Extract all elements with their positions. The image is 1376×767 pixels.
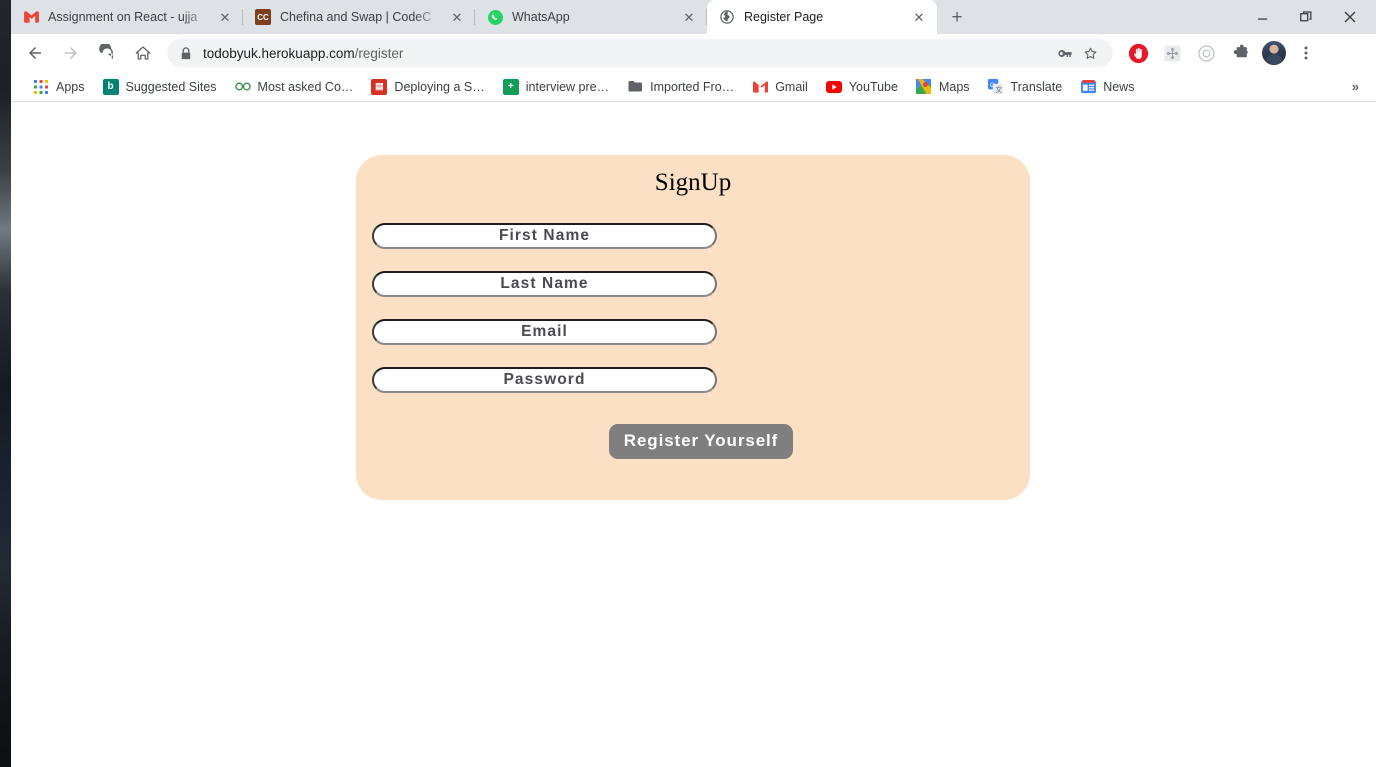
password-input[interactable]: [372, 367, 717, 393]
gmail-icon: [752, 79, 768, 95]
whatsapp-icon: [487, 9, 503, 25]
close-icon[interactable]: [1328, 0, 1372, 34]
bookmark-imported-fro[interactable]: Imported Fro…: [619, 75, 742, 99]
globe-icon: [719, 9, 735, 25]
bookmark-label: Apps: [56, 79, 85, 94]
tab-strip: Assignment on React - ujja ✕ CC Chefina …: [11, 0, 1376, 34]
bookmark-label: Suggested Sites: [125, 79, 217, 94]
new-tab-button[interactable]: +: [943, 3, 971, 31]
bookmark-translate[interactable]: G 文 Translate: [980, 75, 1071, 99]
bookmark-label: Gmail: [775, 79, 808, 94]
bookmark-interview-pre[interactable]: + interview pre…: [495, 75, 617, 99]
grid-extension-icon[interactable]: [1159, 40, 1185, 66]
forward-arrow-icon[interactable]: [56, 38, 86, 68]
tab-title: Assignment on React - ujja: [48, 10, 198, 24]
bookmark-label: Most asked Co…: [257, 79, 354, 94]
star-icon[interactable]: [1077, 40, 1103, 66]
last-name-input[interactable]: [372, 271, 717, 297]
bookmark-deploying-a-s[interactable]: ▤ Deploying a S…: [363, 75, 492, 99]
geeksforgeeks-icon: [234, 79, 251, 95]
red-doc-icon: ▤: [371, 78, 388, 95]
bookmarks-overflow-button[interactable]: »: [1342, 79, 1368, 94]
close-icon[interactable]: ✕: [217, 9, 233, 25]
close-icon[interactable]: ✕: [449, 9, 465, 25]
register-yourself-button[interactable]: Register Yourself: [608, 424, 794, 459]
close-icon[interactable]: ✕: [681, 9, 697, 25]
minimize-icon[interactable]: [1240, 0, 1284, 34]
url-text: todobyuk.herokuapp.com/register: [203, 46, 403, 61]
lock-icon: [179, 46, 193, 60]
omnibox-actions: [1051, 40, 1103, 66]
page-content: SignUp Register Yourself: [11, 103, 1376, 767]
url-path: /register: [354, 45, 404, 61]
bookmark-label: Deploying a S…: [394, 79, 485, 94]
tab-whatsapp[interactable]: WhatsApp ✕: [475, 0, 707, 34]
folder-icon: [627, 79, 643, 95]
key-icon[interactable]: [1051, 40, 1077, 66]
submit-row: Register Yourself: [372, 424, 1030, 459]
first-name-input[interactable]: [372, 223, 717, 249]
youtube-icon: [825, 79, 842, 95]
bookmark-maps[interactable]: Maps: [908, 75, 978, 99]
window-controls: [1240, 0, 1376, 34]
sheets-icon: +: [502, 78, 519, 95]
bookmark-youtube[interactable]: YouTube: [818, 75, 906, 99]
adblock-stop-icon[interactable]: [1125, 40, 1151, 66]
avatar[interactable]: [1262, 41, 1286, 65]
email-input[interactable]: [372, 319, 717, 345]
bookmark-label: Maps: [938, 79, 970, 94]
tab-assignment-on-react[interactable]: Assignment on React - ujja ✕: [11, 0, 243, 34]
puzzle-icon[interactable]: [1227, 40, 1253, 66]
url-host: todobyuk.herokuapp.com: [203, 45, 355, 61]
tab-title: Register Page: [744, 10, 824, 24]
tab-chefina-and-swap[interactable]: CC Chefina and Swap | CodeC ✕: [243, 0, 475, 34]
tab-title: Chefina and Swap | CodeC: [280, 10, 432, 24]
bookmark-label: interview pre…: [525, 79, 610, 94]
apps-grid-icon: [33, 79, 49, 95]
bookmark-label: Imported Fro…: [650, 79, 735, 94]
bookmark-apps[interactable]: Apps: [25, 75, 93, 99]
svg-text:文: 文: [996, 85, 1003, 94]
three-dot-menu-icon[interactable]: [1293, 40, 1319, 66]
bookmark-label: Translate: [1010, 79, 1063, 94]
tab-register-page[interactable]: Register Page ✕: [707, 0, 937, 34]
browser-toolbar: todobyuk.herokuapp.com/register: [11, 34, 1376, 72]
bookmark-label: YouTube: [848, 79, 898, 94]
restore-icon[interactable]: [1284, 0, 1328, 34]
gmail-icon: [23, 9, 39, 25]
news-icon: [1080, 79, 1096, 95]
tab-title: WhatsApp: [512, 10, 570, 24]
codechef-icon: CC: [255, 9, 271, 25]
back-arrow-icon[interactable]: [20, 38, 50, 68]
bookmarks-bar: Apps b Suggested Sites Most asked Co… ▤ …: [11, 72, 1376, 102]
translate-icon: G 文: [988, 79, 1004, 95]
bookmark-gmail[interactable]: Gmail: [744, 75, 816, 99]
bookmark-news[interactable]: News: [1072, 75, 1142, 99]
reload-icon[interactable]: [92, 38, 122, 68]
tab-list: Assignment on React - ujja ✕ CC Chefina …: [11, 0, 971, 34]
browser-window: Assignment on React - ujja ✕ CC Chefina …: [0, 0, 1376, 767]
bing-icon: b: [102, 78, 119, 95]
desktop-background-strip: [0, 0, 11, 767]
target-extension-icon[interactable]: [1193, 40, 1219, 66]
address-bar[interactable]: todobyuk.herokuapp.com/register: [167, 39, 1113, 67]
bookmark-most-asked-co[interactable]: Most asked Co…: [227, 75, 362, 99]
bookmark-suggested-sites[interactable]: b Suggested Sites: [95, 75, 225, 99]
signup-card: SignUp Register Yourself: [356, 155, 1030, 500]
page-title: SignUp: [654, 169, 732, 196]
close-icon[interactable]: ✕: [911, 9, 927, 25]
signup-form: Register Yourself: [356, 223, 1030, 459]
home-icon[interactable]: [128, 38, 158, 68]
bookmark-label: News: [1103, 79, 1135, 94]
maps-icon: [916, 79, 932, 95]
